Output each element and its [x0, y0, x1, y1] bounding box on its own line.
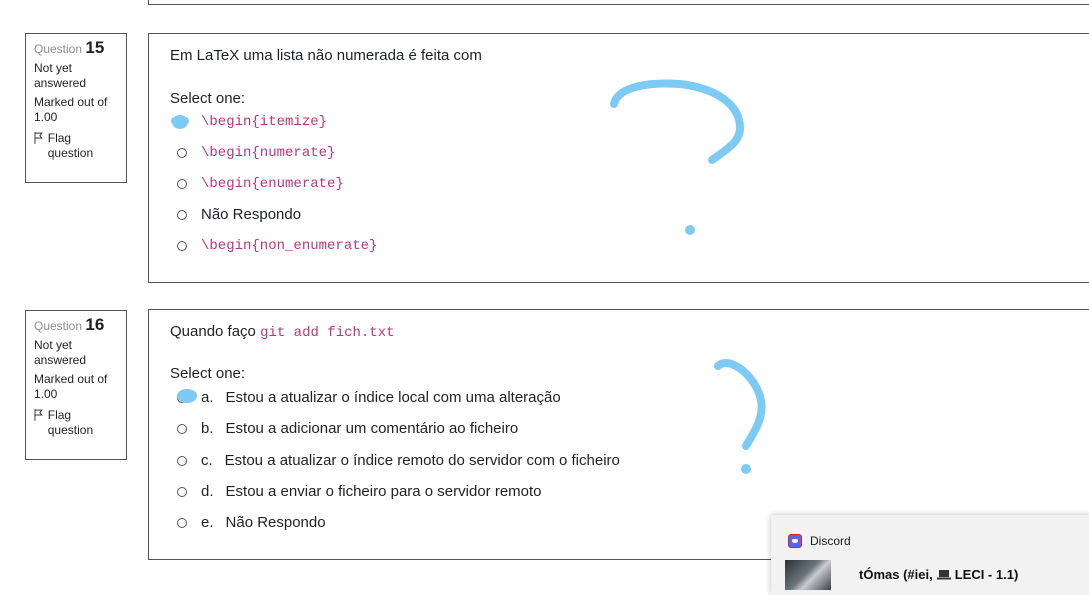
option-letter: d. [201, 483, 214, 500]
question-grade: Marked out of 1.00 [34, 372, 108, 401]
question-number: 16 [85, 315, 105, 334]
notification-app-name: Discord [810, 534, 851, 548]
option-e[interactable]: e. Não Respondo [177, 514, 326, 531]
radio-button[interactable] [177, 392, 187, 403]
option-label: \begin{enumerate} [201, 176, 344, 192]
option-letter: e. [201, 514, 214, 531]
radio-button[interactable] [177, 209, 187, 220]
question-text: Quando faço git add fich.txt [170, 323, 395, 341]
question-grade: Marked out of 1.00 [34, 95, 108, 124]
radio-button[interactable] [177, 486, 187, 497]
question-state: Not yet answered [34, 338, 87, 367]
laptop-icon [936, 570, 951, 580]
avatar [785, 560, 831, 590]
option-non-enumerate[interactable]: \begin{non_enumerate} [177, 238, 377, 254]
question-state: Not yet answered [34, 61, 87, 90]
flag-question-link[interactable]: Flag question [34, 131, 118, 161]
option-itemize[interactable]: \begin{itemize} [177, 114, 327, 130]
flag-label: Flag question [47, 131, 94, 160]
question-info-16: Question 16 Not yet answered Marked out … [25, 310, 127, 460]
flag-label: Flag question [47, 408, 94, 437]
option-numerate[interactable]: \begin{numerate} [177, 145, 335, 161]
question-number: 15 [85, 38, 105, 57]
option-a[interactable]: a. Estou a atualizar o índice local com … [177, 389, 561, 406]
option-letter: a. [201, 389, 214, 406]
radio-button[interactable] [177, 179, 187, 189]
option-b[interactable]: b. Estou a adicionar um comentário ao fi… [177, 420, 518, 437]
select-one-prompt: Select one: [170, 365, 246, 382]
notification-title-suffix: LECI - 1.1) [954, 567, 1019, 582]
option-c[interactable]: c. Estou a atualizar o índice remoto do … [177, 452, 620, 469]
notification-title: tÓmas (#iei, LECI - 1.1) [859, 567, 1018, 582]
radio-button[interactable] [177, 455, 187, 466]
option-label: Não Respondo [201, 206, 302, 223]
option-letter: c. [201, 452, 213, 469]
option-label: \begin{non_enumerate} [201, 238, 378, 254]
option-label: Estou a atualizar o índice local com uma… [225, 389, 561, 406]
select-one-prompt: Select one: [170, 90, 246, 107]
option-label: Estou a atualizar o índice remoto do ser… [224, 452, 620, 469]
option-label: \begin{numerate} [201, 145, 336, 161]
previous-question-box [148, 0, 1089, 5]
question-label: Question [34, 42, 83, 56]
question-content-15: Em LaTeX uma lista não numerada é feita … [148, 33, 1089, 283]
discord-icon [788, 534, 802, 548]
option-label: Estou a enviar o ficheiro para o servido… [225, 483, 542, 500]
flag-icon [34, 132, 43, 144]
option-label: \begin{itemize} [201, 114, 328, 130]
radio-button[interactable] [177, 517, 187, 528]
option-d[interactable]: d. Estou a enviar o ficheiro para o serv… [177, 483, 542, 500]
radio-button[interactable] [177, 148, 187, 158]
option-label: Não Respondo [225, 514, 326, 531]
question-code: git add fich.txt [260, 325, 395, 341]
question-text-prefix: Quando faço [170, 323, 256, 340]
flag-question-link[interactable]: Flag question [34, 408, 118, 438]
discord-notification[interactable]: Discord tÓmas (#iei, LECI - 1.1) [771, 515, 1089, 595]
option-enumerate[interactable]: \begin{enumerate} [177, 176, 344, 192]
question-info-15: Question 15 Not yet answered Marked out … [25, 33, 127, 183]
radio-button[interactable] [177, 241, 187, 251]
option-label: Estou a adicionar um comentário ao fiche… [225, 420, 519, 437]
option-nao-respondo[interactable]: Não Respondo [177, 206, 301, 223]
option-letter: b. [201, 420, 214, 437]
notification-title-prefix: tÓmas (#iei, [859, 567, 933, 582]
radio-button[interactable] [177, 423, 187, 434]
flag-icon [34, 409, 43, 421]
question-label: Question [34, 319, 83, 333]
radio-button[interactable] [177, 117, 187, 127]
question-text: Em LaTeX uma lista não numerada é feita … [170, 47, 482, 64]
notification-app: Discord [788, 534, 851, 548]
